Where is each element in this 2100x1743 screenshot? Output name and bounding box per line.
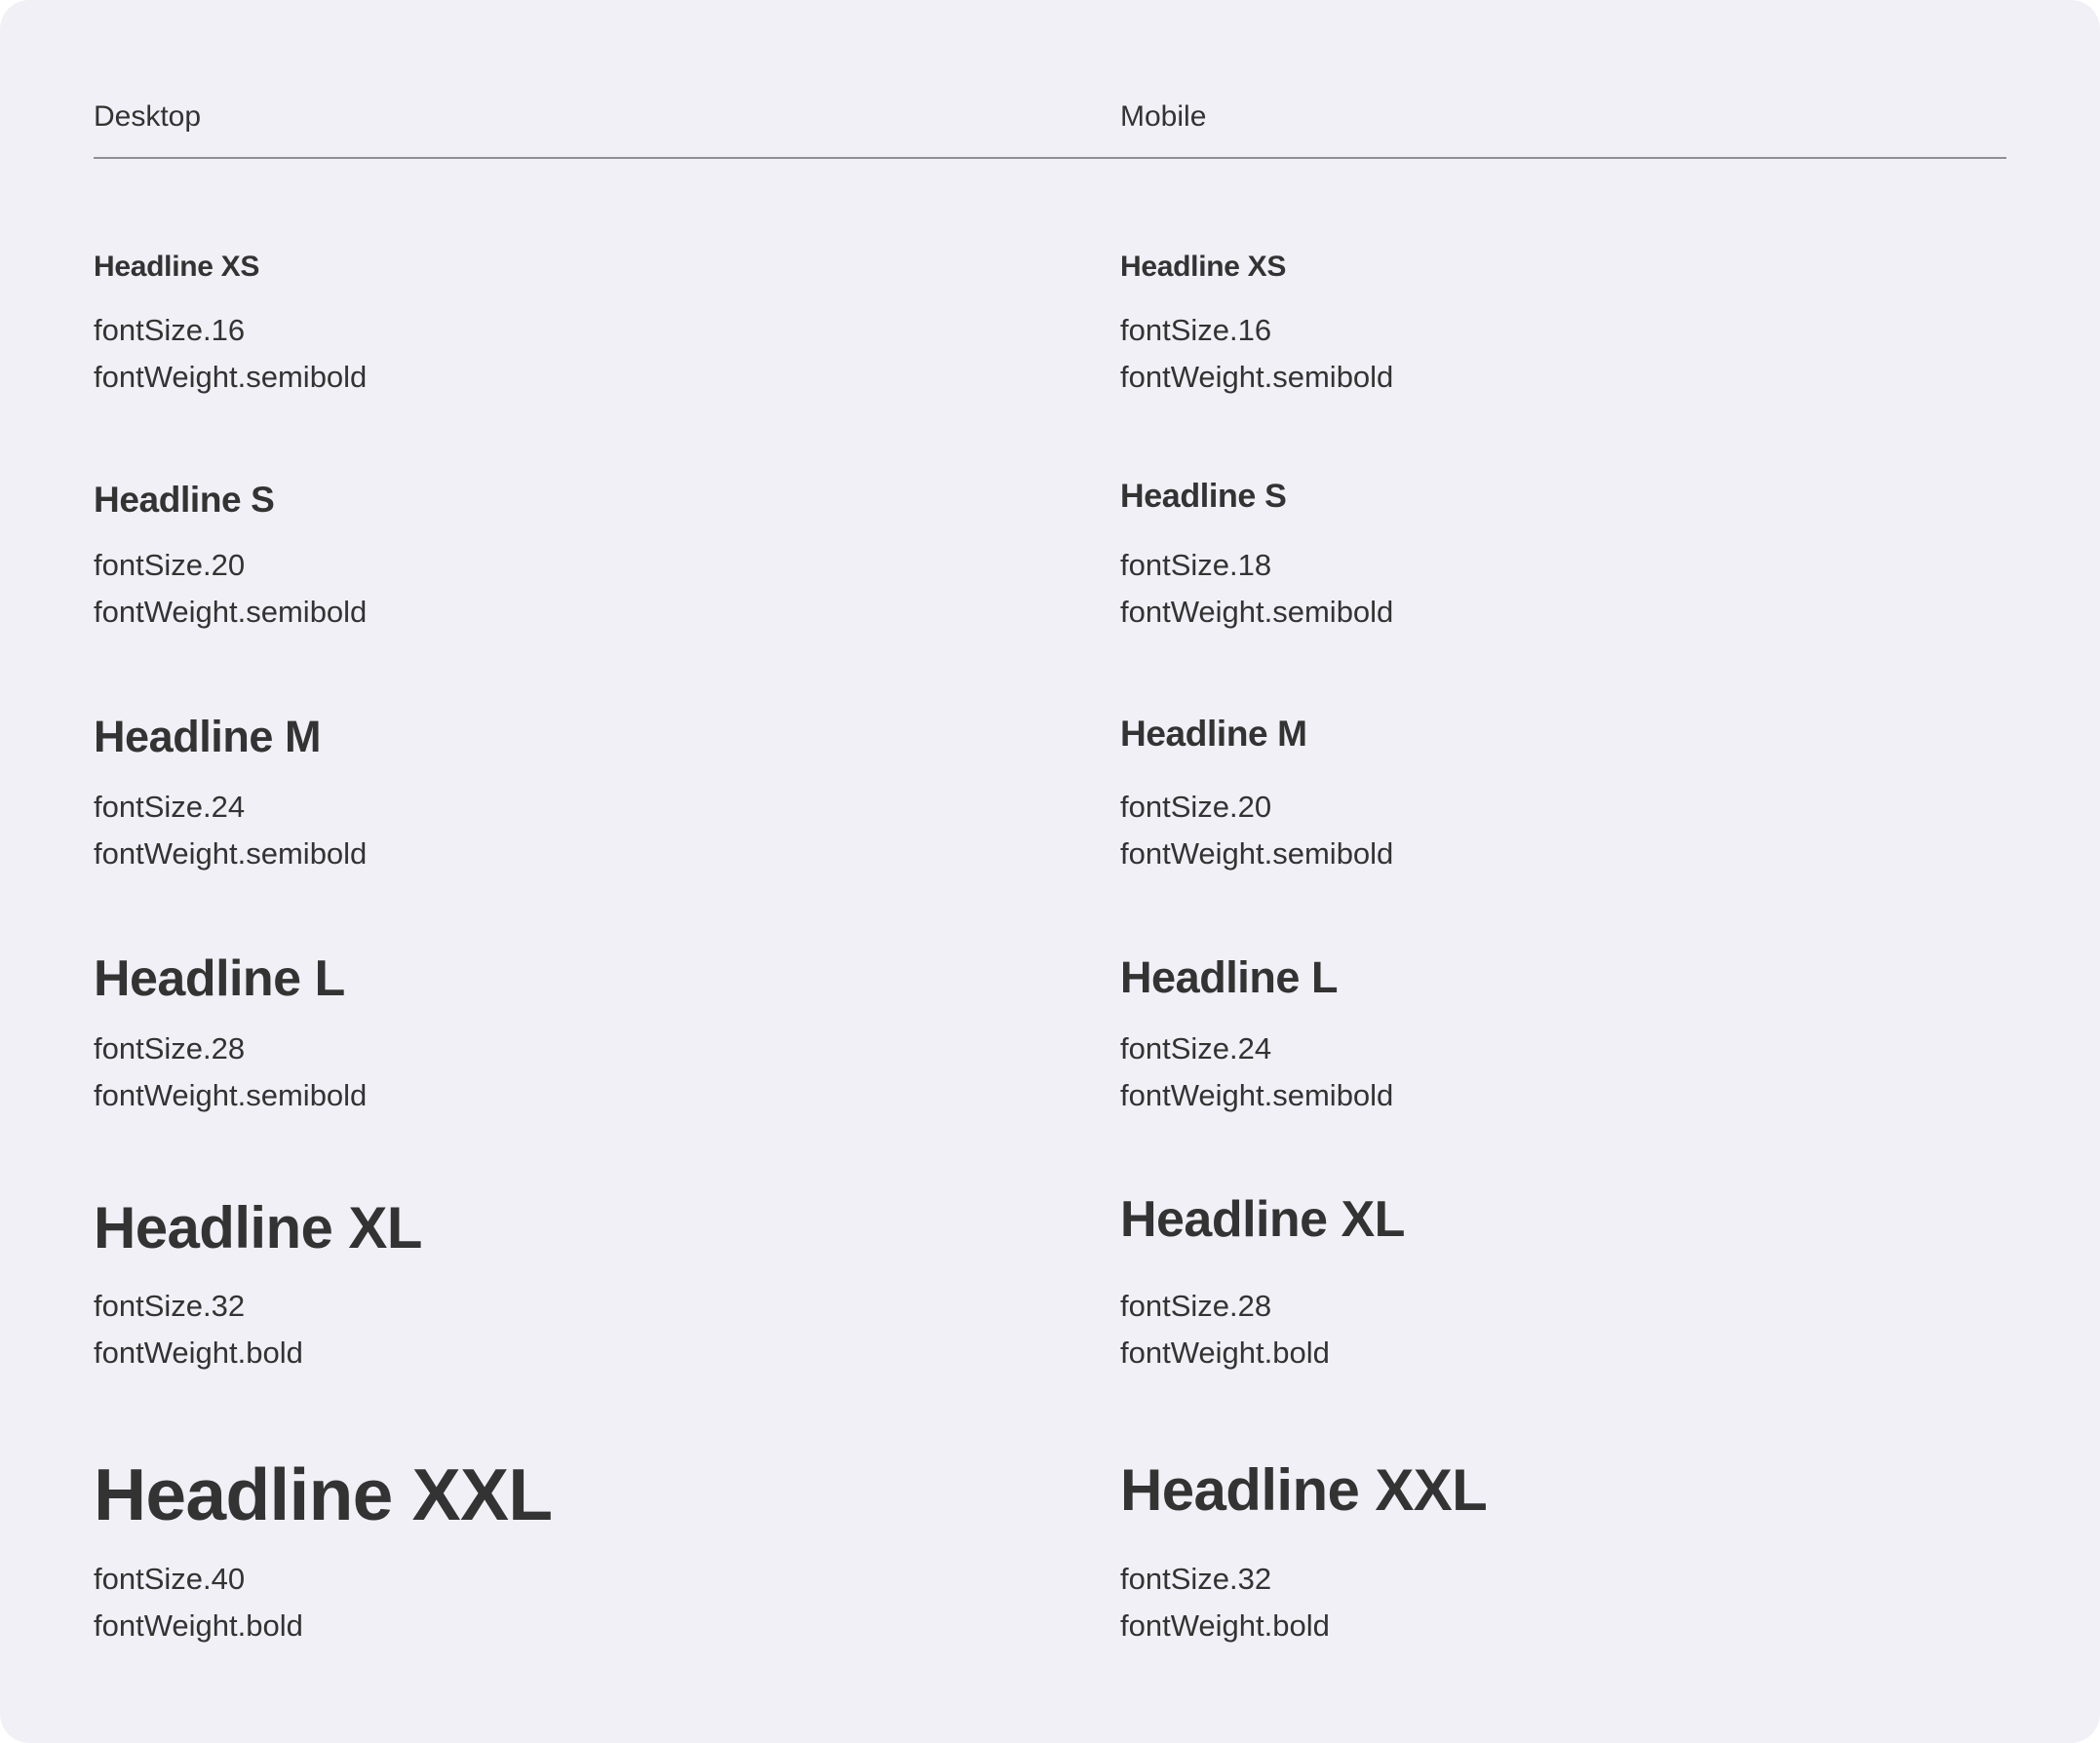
desktop-headline-m-font-weight: fontWeight.semibold [94,836,368,871]
mobile-column-header: Mobile [1120,100,1207,133]
mobile-headline-xl-spec: Headline XL fontSize.28 fontWeight.bold [1120,1184,1405,1370]
mobile-headline-m-sample: Headline M [1120,714,1307,754]
mobile-headline-xl-font-weight: fontWeight.bold [1120,1336,1330,1370]
desktop-headline-xxl-font-weight: fontWeight.bold [94,1608,303,1643]
desktop-headline-xxl-font-size: fontSize.40 [94,1562,246,1596]
mobile-headline-xxl-font-weight: fontWeight.bold [1120,1608,1330,1643]
mobile-headline-l-font-size: fontSize.24 [1120,1031,1272,1065]
desktop-headline-m-sample: Headline M [94,712,322,761]
mobile-headline-xl-sample: Headline XL [1120,1191,1405,1248]
mobile-headline-m-font-size: fontSize.20 [1120,790,1272,824]
desktop-headline-xs-spec: Headline XS fontSize.16 fontWeight.semib… [94,246,367,394]
header-divider [94,157,2006,159]
desktop-headline-xs-font-size: fontSize.16 [94,313,246,347]
desktop-headline-xl-font-size: fontSize.32 [94,1289,246,1323]
desktop-headline-xs-sample: Headline XS [94,251,260,283]
desktop-headline-xs-font-weight: fontWeight.semibold [94,360,368,394]
desktop-headline-l-sample: Headline L [94,950,345,1007]
mobile-headline-m-spec: Headline M fontSize.20 fontWeight.semibo… [1120,708,1393,871]
mobile-headline-s-spec: Headline S fontSize.18 fontWeight.semibo… [1120,473,1393,629]
desktop-headline-m-spec: Headline M fontSize.24 fontWeight.semibo… [94,707,367,871]
mobile-headline-xxl-font-size: fontSize.32 [1120,1562,1272,1596]
desktop-headline-s-spec: Headline S fontSize.20 fontWeight.semibo… [94,475,367,629]
mobile-headline-xxl-spec: Headline XXL fontSize.32 fontWeight.bold [1120,1450,1488,1643]
mobile-headline-xxl-sample: Headline XXL [1120,1457,1488,1523]
desktop-headline-s-font-weight: fontWeight.semibold [94,595,368,629]
desktop-headline-l-font-size: fontSize.28 [94,1031,246,1065]
mobile-headline-xs-font-weight: fontWeight.semibold [1120,360,1394,394]
mobile-headline-s-font-size: fontSize.18 [1120,548,1272,582]
desktop-headline-s-font-size: fontSize.20 [94,548,246,582]
mobile-headline-l-font-weight: fontWeight.semibold [1120,1078,1394,1112]
desktop-headline-xxl-spec: Headline XXL fontSize.40 fontWeight.bold [94,1446,553,1643]
desktop-headline-l-font-weight: fontWeight.semibold [94,1078,368,1112]
mobile-headline-xs-sample: Headline XS [1120,251,1287,283]
mobile-headline-m-font-weight: fontWeight.semibold [1120,836,1394,871]
desktop-headline-xxl-sample: Headline XXL [94,1453,553,1535]
desktop-headline-s-sample: Headline S [94,480,275,520]
desktop-headline-m-font-size: fontSize.24 [94,790,246,824]
desktop-headline-xl-sample: Headline XL [94,1195,422,1260]
desktop-column-header: Desktop [94,100,202,133]
typography-card: Desktop Mobile Headline XS fontSize.16 f… [0,0,2100,1743]
mobile-headline-s-sample: Headline S [1120,478,1287,515]
mobile-headline-xs-font-size: fontSize.16 [1120,313,1272,347]
mobile-headline-l-spec: Headline L fontSize.24 fontWeight.semibo… [1120,948,1393,1112]
mobile-headline-l-sample: Headline L [1120,952,1339,1002]
desktop-headline-xl-spec: Headline XL fontSize.32 fontWeight.bold [94,1187,422,1370]
desktop-headline-xl-font-weight: fontWeight.bold [94,1336,303,1370]
mobile-headline-xs-spec: Headline XS fontSize.16 fontWeight.semib… [1120,246,1393,394]
mobile-headline-xl-font-size: fontSize.28 [1120,1289,1272,1323]
mobile-headline-s-font-weight: fontWeight.semibold [1120,595,1394,629]
desktop-headline-l-spec: Headline L fontSize.28 fontWeight.semibo… [94,944,367,1112]
